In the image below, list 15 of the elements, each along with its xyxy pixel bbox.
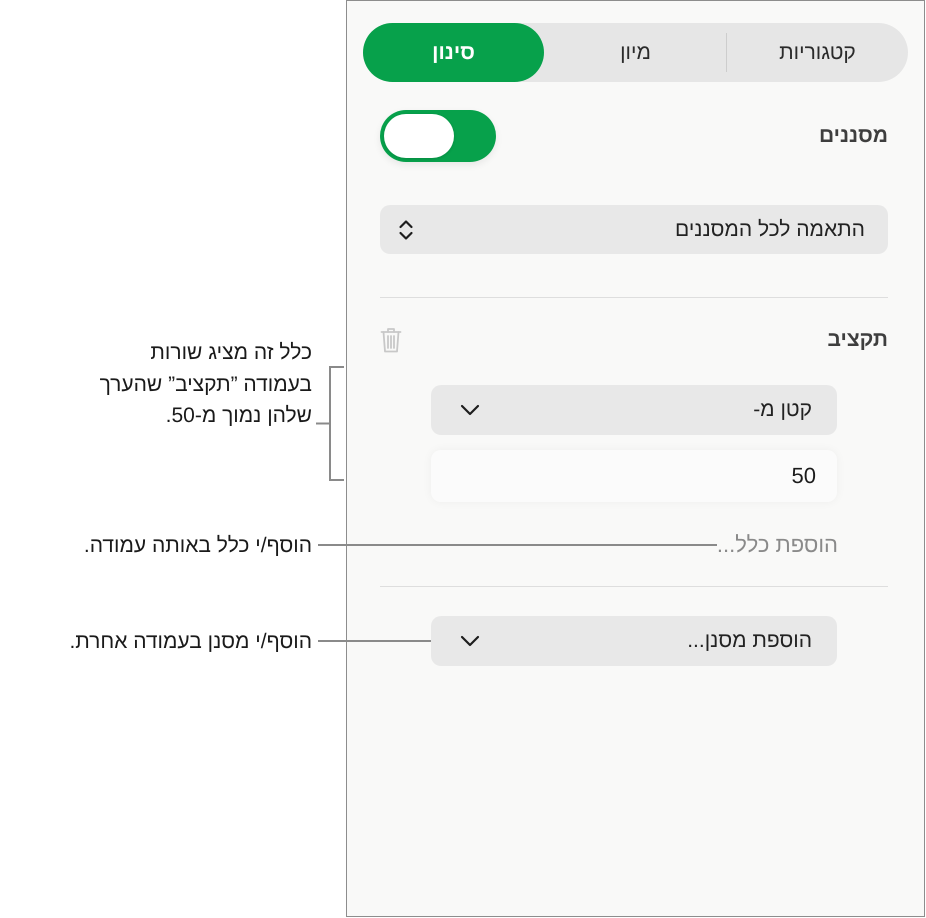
column-label: תקציב [827, 327, 888, 353]
callout-text: הוסף/י מסנן בעמודה אחרת. [69, 629, 312, 655]
toggle-switch[interactable] [380, 110, 496, 162]
match-popup[interactable]: התאמה לכל המסננים [380, 205, 888, 254]
add-filter-dropdown[interactable]: הוספת מסנן... [431, 616, 837, 666]
callout-text: הוסף/י כלל באותה עמודה. [84, 533, 312, 559]
chevron-down-icon [460, 404, 480, 416]
up-down-chevron-icon [398, 218, 414, 242]
segment-tab[interactable]: קטגוריות [727, 23, 908, 82]
segment-tab[interactable]: מיון [545, 23, 726, 82]
section-label: מסננים [818, 123, 888, 149]
value-field[interactable]: 50 [431, 450, 837, 502]
callout-text: כלל זה מציג שורות בעמודה ”תקציב” שהערך שלהן נמוך מ-50. [100, 340, 312, 430]
chevron-down-icon [460, 635, 480, 647]
condition-dropdown[interactable]: קטן מ- [431, 385, 837, 435]
